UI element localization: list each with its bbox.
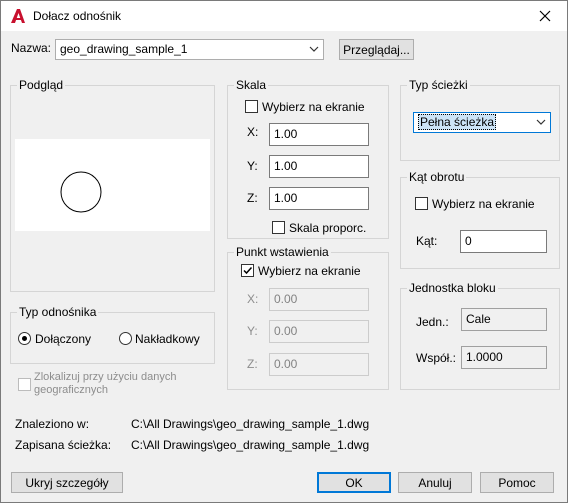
uniform-scale-label: Skala proporc. <box>289 221 367 235</box>
name-value: geo_drawing_sample_1 <box>60 42 188 56</box>
angle-input[interactable]: 0 <box>460 230 547 253</box>
attached-label: Dołączony <box>35 332 92 346</box>
rotation-specify-label: Wybierz na ekranie <box>432 197 535 211</box>
preview-title: Podgląd <box>17 78 66 92</box>
insertion-specify-checkbox[interactable] <box>241 264 254 277</box>
checkmark-icon <box>243 266 253 275</box>
insertion-y-input[interactable]: 0.00 <box>269 320 369 343</box>
title-bar: Dołacz odnośnik <box>1 1 567 31</box>
attach-dialog: Dołacz odnośnik Nazwa: geo_drawing_sampl… <box>0 0 568 503</box>
locate-geo-label: Zlokalizuj przy użyciu danych geograficzn… <box>34 371 177 396</box>
rotation-group: Kąt obrotu <box>400 170 560 269</box>
scale-z-label: Z: <box>247 191 258 205</box>
locate-geo-checkbox[interactable] <box>18 378 31 391</box>
block-unit-title: Jednostka bloku <box>407 281 498 295</box>
scale-y-input[interactable]: 1.00 <box>269 155 369 178</box>
browse-button[interactable]: Przeglądaj... <box>339 39 414 60</box>
factor-label: Współ.: <box>416 351 457 365</box>
chevron-down-icon <box>536 119 546 125</box>
saved-path-value: C:\All Drawings\geo_drawing_sample_1.dwg <box>131 438 370 452</box>
factor-value: 1.0000 <box>461 346 547 369</box>
unit-label: Jedn.: <box>416 315 449 329</box>
insertion-z-label: Z: <box>247 357 258 371</box>
scale-specify-checkbox[interactable] <box>245 100 258 113</box>
cancel-button[interactable]: Anuluj <box>398 472 472 493</box>
scale-x-input[interactable]: 1.00 <box>269 123 369 146</box>
name-label: Nazwa: <box>11 41 52 55</box>
path-type-value: Pełna ścieżka <box>418 114 497 130</box>
insertion-y-label: Y: <box>247 324 258 338</box>
name-dropdown[interactable]: geo_drawing_sample_1 <box>55 39 324 60</box>
insertion-x-input[interactable]: 0.00 <box>269 288 369 311</box>
found-in-value: C:\All Drawings\geo_drawing_sample_1.dwg <box>131 417 370 431</box>
uniform-scale-checkbox[interactable] <box>272 221 285 234</box>
path-type-dropdown[interactable]: Pełna ścieżka <box>413 112 551 133</box>
scale-specify-label: Wybierz na ekranie <box>262 100 365 114</box>
overlay-radio[interactable] <box>119 332 132 345</box>
preview-canvas <box>15 139 210 231</box>
insertion-z-input[interactable]: 0.00 <box>269 353 369 376</box>
chevron-down-icon <box>309 46 319 52</box>
autocad-logo-icon <box>11 9 25 23</box>
scale-z-input[interactable]: 1.00 <box>269 187 369 210</box>
rotation-title: Kąt obrotu <box>407 170 467 184</box>
window-title: Dołacz odnośnik <box>33 9 122 23</box>
reference-type-title: Typ odnośnika <box>17 305 99 319</box>
scale-x-label: X: <box>247 125 259 139</box>
close-icon <box>539 10 551 22</box>
preview-drawing <box>60 171 102 213</box>
insertion-x-label: X: <box>247 292 259 306</box>
rotation-specify-checkbox[interactable] <box>415 197 428 210</box>
hide-details-button[interactable]: Ukryj szczegóły <box>11 472 123 493</box>
preview-circle <box>60 171 102 213</box>
scale-title: Skala <box>234 78 269 92</box>
angle-label: Kąt: <box>416 234 438 248</box>
help-button[interactable]: Pomoc <box>480 472 554 493</box>
block-unit-group: Jednostka bloku <box>400 281 560 390</box>
close-button[interactable] <box>523 1 567 31</box>
saved-path-label: Zapisana ścieżka: <box>15 438 112 452</box>
unit-value: Cale <box>461 308 547 331</box>
found-in-label: Znaleziono w: <box>15 417 90 431</box>
insertion-title: Punkt wstawienia <box>234 245 331 259</box>
ok-button[interactable]: OK <box>317 472 391 493</box>
scale-y-label: Y: <box>247 159 258 173</box>
insertion-specify-label: Wybierz na ekranie <box>258 264 361 278</box>
overlay-label: Nakładkowy <box>135 332 200 346</box>
path-type-title: Typ ścieżki <box>407 78 470 92</box>
attached-radio[interactable] <box>18 332 31 345</box>
